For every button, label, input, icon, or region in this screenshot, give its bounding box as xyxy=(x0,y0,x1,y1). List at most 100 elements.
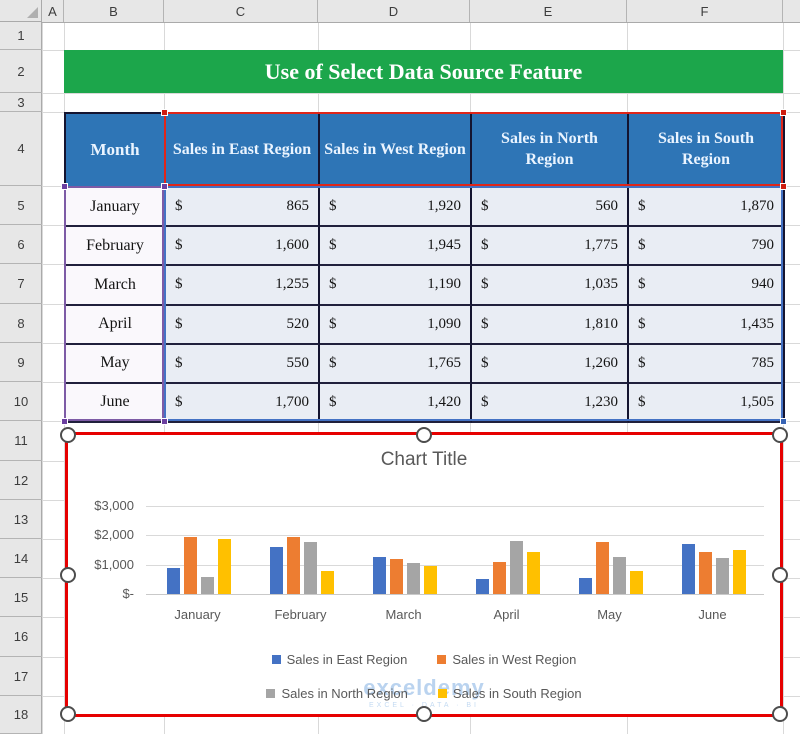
bar-sales-in-west-region[interactable] xyxy=(287,537,300,594)
x-axis-category-label[interactable]: June xyxy=(662,607,764,622)
y-axis-tick-label[interactable]: $2,000 xyxy=(72,527,134,542)
table-header-month[interactable]: Month xyxy=(66,114,166,188)
row-header-1[interactable]: 1 xyxy=(0,22,42,50)
range-handle[interactable] xyxy=(61,418,68,425)
range-handle[interactable] xyxy=(161,418,168,425)
title-banner[interactable]: Use of Select Data Source Feature xyxy=(64,50,783,93)
bar-sales-in-north-region[interactable] xyxy=(304,542,317,594)
x-axis-category-label[interactable]: February xyxy=(250,607,352,622)
bar-sales-in-west-region[interactable] xyxy=(493,562,506,594)
y-axis-tick-label[interactable]: $- xyxy=(72,586,134,601)
y-axis-tick-label[interactable]: $3,000 xyxy=(72,498,134,513)
column-header-c[interactable]: C xyxy=(164,0,318,22)
table-cell-value[interactable]: $940 xyxy=(629,266,785,305)
chart-resize-handle-bottom-middle[interactable] xyxy=(416,706,432,722)
row-header-4[interactable]: 4 xyxy=(0,112,42,186)
column-header-b[interactable]: B xyxy=(64,0,164,22)
table-cell-month[interactable]: June xyxy=(66,384,166,423)
x-axis-category-label[interactable]: May xyxy=(559,607,661,622)
table-cell-value[interactable]: $1,090 xyxy=(320,306,472,345)
bar-sales-in-south-region[interactable] xyxy=(527,552,540,594)
table-cell-month[interactable]: January xyxy=(66,188,166,227)
table-cell-value[interactable]: $550 xyxy=(166,345,320,384)
bar-sales-in-west-region[interactable] xyxy=(390,559,403,594)
row-header-11[interactable]: 11 xyxy=(0,421,42,461)
row-header-16[interactable]: 16 xyxy=(0,617,42,657)
chart-resize-handle-middle-left[interactable] xyxy=(60,567,76,583)
range-handle[interactable] xyxy=(61,183,68,190)
bar-sales-in-east-region[interactable] xyxy=(373,557,386,594)
table-cell-value[interactable]: $865 xyxy=(166,188,320,227)
chart-resize-handle-top-left[interactable] xyxy=(60,427,76,443)
embedded-bar-chart[interactable]: exceldemy EXCEL · DATA · BI Chart Title … xyxy=(65,432,783,717)
bar-sales-in-east-region[interactable] xyxy=(167,568,180,594)
table-cell-value[interactable]: $1,600 xyxy=(166,227,320,266)
range-handle[interactable] xyxy=(780,183,787,190)
table-cell-value[interactable]: $1,420 xyxy=(320,384,472,423)
bar-sales-in-south-region[interactable] xyxy=(424,566,437,594)
chart-resize-handle-top-middle[interactable] xyxy=(416,427,432,443)
row-header-7[interactable]: 7 xyxy=(0,264,42,304)
bar-sales-in-north-region[interactable] xyxy=(716,558,729,594)
bar-sales-in-north-region[interactable] xyxy=(510,541,523,594)
bar-sales-in-east-region[interactable] xyxy=(476,579,489,594)
bar-sales-in-west-region[interactable] xyxy=(699,552,712,594)
table-cell-month[interactable]: April xyxy=(66,306,166,345)
table-cell-value[interactable]: $520 xyxy=(166,306,320,345)
bar-sales-in-north-region[interactable] xyxy=(201,577,214,594)
chart-resize-handle-bottom-left[interactable] xyxy=(60,706,76,722)
table-header-series-1[interactable]: Sales in East Region xyxy=(166,114,320,188)
table-cell-month[interactable]: March xyxy=(66,266,166,305)
table-cell-value[interactable]: $1,230 xyxy=(472,384,629,423)
row-header-10[interactable]: 10 xyxy=(0,382,42,421)
table-cell-month[interactable]: May xyxy=(66,345,166,384)
table-cell-value[interactable]: $1,945 xyxy=(320,227,472,266)
table-cell-value[interactable]: $1,700 xyxy=(166,384,320,423)
row-header-8[interactable]: 8 xyxy=(0,304,42,343)
column-header-f[interactable]: F xyxy=(627,0,783,22)
row-header-12[interactable]: 12 xyxy=(0,461,42,500)
table-cell-value[interactable]: $1,190 xyxy=(320,266,472,305)
table-cell-month[interactable]: February xyxy=(66,227,166,266)
row-header-14[interactable]: 14 xyxy=(0,539,42,578)
range-handle[interactable] xyxy=(780,418,787,425)
x-axis-category-label[interactable]: April xyxy=(456,607,558,622)
bar-sales-in-west-region[interactable] xyxy=(184,537,197,594)
table-cell-value[interactable]: $785 xyxy=(629,345,785,384)
table-cell-value[interactable]: $1,810 xyxy=(472,306,629,345)
table-header-series-2[interactable]: Sales in West Region xyxy=(320,114,472,188)
row-header-9[interactable]: 9 xyxy=(0,343,42,382)
table-cell-value[interactable]: $1,775 xyxy=(472,227,629,266)
legend-item-sales-in-west-region[interactable]: Sales in West Region xyxy=(437,652,576,667)
legend-item-sales-in-north-region[interactable]: Sales in North Region xyxy=(266,686,407,701)
row-header-2[interactable]: 2 xyxy=(0,50,42,93)
bar-sales-in-north-region[interactable] xyxy=(407,563,420,594)
bar-sales-in-west-region[interactable] xyxy=(596,542,609,594)
bar-sales-in-south-region[interactable] xyxy=(630,571,643,594)
bar-sales-in-north-region[interactable] xyxy=(613,557,626,594)
table-cell-value[interactable]: $1,505 xyxy=(629,384,785,423)
table-cell-value[interactable]: $1,435 xyxy=(629,306,785,345)
legend-item-sales-in-south-region[interactable]: Sales in South Region xyxy=(438,686,582,701)
column-header-a[interactable]: A xyxy=(42,0,64,22)
row-header-3[interactable]: 3 xyxy=(0,93,42,112)
row-header-6[interactable]: 6 xyxy=(0,225,42,264)
row-header-5[interactable]: 5 xyxy=(0,186,42,225)
row-header-18[interactable]: 18 xyxy=(0,696,42,734)
table-header-series-4[interactable]: Sales in South Region xyxy=(629,114,785,188)
table-header-series-3[interactable]: Sales in North Region xyxy=(472,114,629,188)
chart-resize-handle-middle-right[interactable] xyxy=(772,567,788,583)
x-axis-category-label[interactable]: March xyxy=(353,607,455,622)
bar-sales-in-east-region[interactable] xyxy=(270,547,283,594)
bar-sales-in-south-region[interactable] xyxy=(321,571,334,594)
table-cell-value[interactable]: $1,765 xyxy=(320,345,472,384)
select-all-corner[interactable] xyxy=(0,0,42,22)
table-cell-value[interactable]: $1,035 xyxy=(472,266,629,305)
bar-sales-in-south-region[interactable] xyxy=(218,539,231,594)
table-cell-value[interactable]: $560 xyxy=(472,188,629,227)
table-cell-value[interactable]: $790 xyxy=(629,227,785,266)
chart-title[interactable]: Chart Title xyxy=(68,449,780,471)
table-cell-value[interactable]: $1,255 xyxy=(166,266,320,305)
legend-item-sales-in-east-region[interactable]: Sales in East Region xyxy=(272,652,408,667)
x-axis-category-label[interactable]: January xyxy=(147,607,249,622)
